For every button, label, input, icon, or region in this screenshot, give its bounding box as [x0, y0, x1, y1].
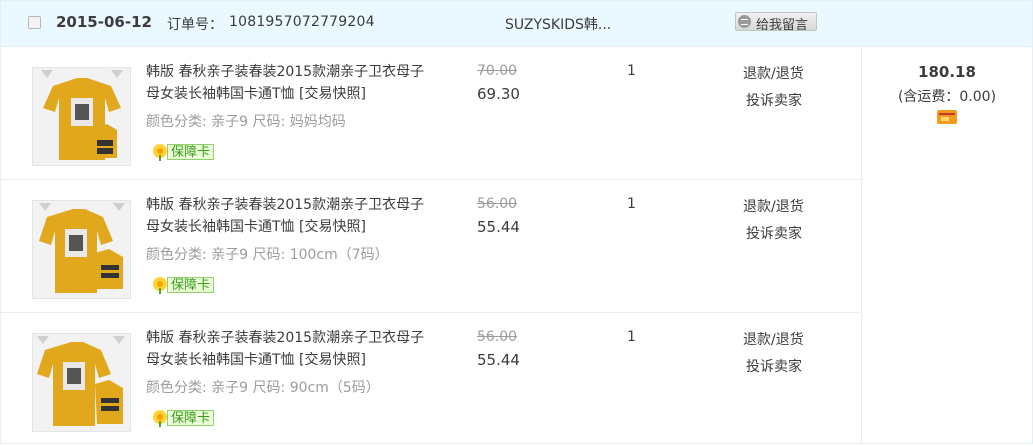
product-thumbnail[interactable]	[32, 67, 131, 166]
original-price: 56.00	[477, 329, 518, 345]
order-item-row: 韩版 春秋亲子装春装2015款潮亲子卫衣母子母女装长袖韩国卡通T恤 [交易快照]…	[1, 313, 861, 446]
refund-link[interactable]: 退款/退货	[743, 63, 804, 83]
unit-price: 55.44	[477, 351, 520, 369]
product-thumbnail[interactable]	[32, 333, 131, 432]
refund-link[interactable]: 退款/退货	[743, 329, 804, 349]
product-title-link[interactable]: 韩版 春秋亲子装春装2015款潮亲子卫衣母子母女装长袖韩国卡通T恤 [交易快照]	[146, 327, 436, 371]
refund-link[interactable]: 退款/退货	[743, 196, 804, 216]
quantity: 1	[627, 196, 636, 212]
card-icon[interactable]	[937, 110, 957, 124]
unit-price: 69.30	[477, 85, 520, 103]
quantity: 1	[627, 63, 636, 79]
guarantee-badge-label: 保障卡	[167, 410, 215, 426]
order-card: 2015-06-12 订单号： 1081957072779204 SUZYSKI…	[0, 0, 1033, 446]
speech-bubble-icon	[738, 15, 751, 28]
product-title-link[interactable]: 韩版 春秋亲子装春装2015款潮亲子卫衣母子母女装长袖韩国卡通T恤 [交易快照]	[146, 61, 436, 105]
unit-price: 55.44	[477, 218, 520, 236]
order-number: 1081957072779204	[229, 14, 375, 30]
product-spec: 颜色分类: 亲子9 尺码: 90cm（5码）	[146, 380, 380, 396]
quantity: 1	[627, 329, 636, 345]
shop-name-link[interactable]: SUZYSKIDS韩...	[505, 14, 611, 34]
complain-link[interactable]: 投诉卖家	[746, 223, 802, 243]
order-item-row: 韩版 春秋亲子装春装2015款潮亲子卫衣母子母女装长袖韩国卡通T恤 [交易快照]…	[1, 180, 861, 313]
order-item-row: 韩版 春秋亲子装春装2015款潮亲子卫衣母子母女装长袖韩国卡通T恤 [交易快照]…	[1, 47, 861, 180]
leave-message-label: 给我留言	[756, 18, 809, 33]
order-header: 2015-06-12 订单号： 1081957072779204 SUZYSKI…	[1, 1, 1032, 47]
order-date: 2015-06-12	[56, 13, 152, 31]
column-divider	[861, 47, 862, 445]
order-total-amount: 180.18	[918, 63, 976, 81]
product-thumbnail[interactable]	[32, 200, 131, 299]
guarantee-badge-label: 保障卡	[167, 144, 215, 160]
guarantee-badge[interactable]: 保障卡	[150, 408, 216, 428]
guarantee-badge[interactable]: 保障卡	[150, 142, 216, 162]
original-price: 56.00	[477, 196, 518, 212]
order-number-label: 订单号：	[167, 17, 223, 33]
product-spec: 颜色分类: 亲子9 尺码: 妈妈均码	[146, 114, 346, 130]
complain-link[interactable]: 投诉卖家	[746, 356, 802, 376]
product-title-link[interactable]: 韩版 春秋亲子装春装2015款潮亲子卫衣母子母女装长袖韩国卡通T恤 [交易快照]	[146, 194, 436, 238]
complain-link[interactable]: 投诉卖家	[746, 90, 802, 110]
shipping-fee: (含运费：0.00)	[897, 89, 997, 105]
order-checkbox[interactable]	[28, 16, 41, 29]
product-spec: 颜色分类: 亲子9 尺码: 100cm（7码）	[146, 247, 389, 263]
guarantee-badge[interactable]: 保障卡	[150, 275, 216, 295]
original-price: 70.00	[477, 63, 518, 79]
guarantee-badge-label: 保障卡	[167, 277, 215, 293]
leave-message-button[interactable]: 给我留言	[735, 12, 817, 33]
